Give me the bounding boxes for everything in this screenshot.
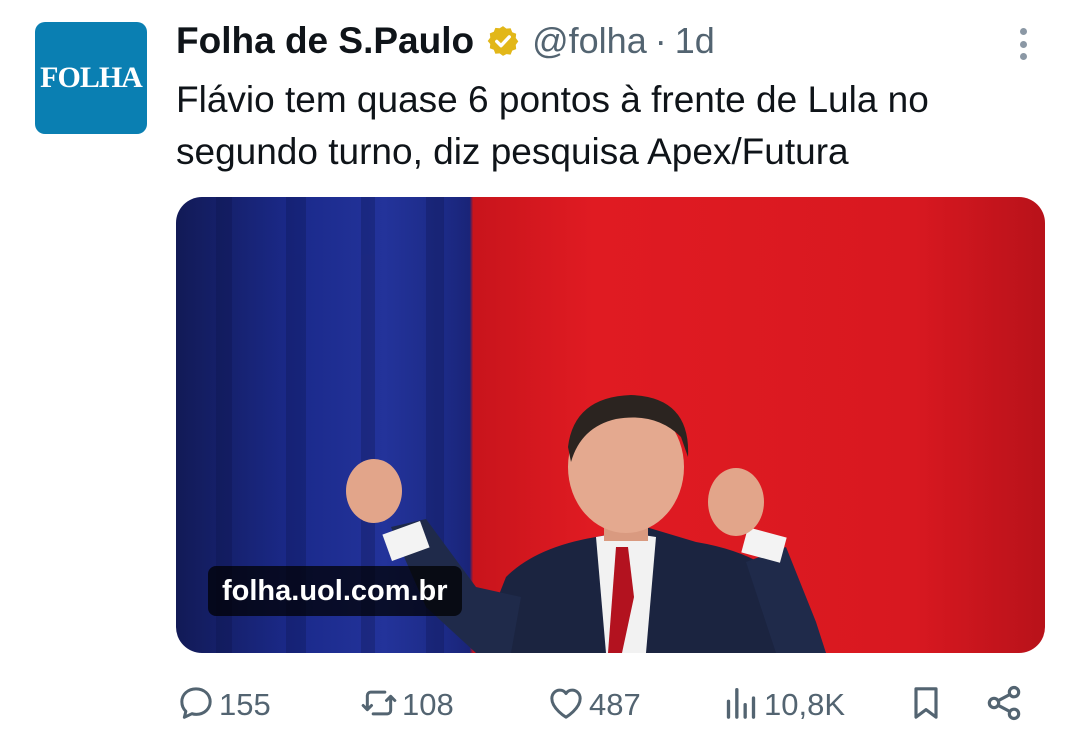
bookmark-button[interactable]	[906, 680, 946, 730]
views-count: 10,8K	[764, 687, 846, 722]
more-options-icon[interactable]	[1010, 24, 1036, 64]
link-card-image[interactable]: folha.uol.com.br	[176, 197, 1045, 653]
share-icon	[984, 683, 1024, 728]
avatar[interactable]: FOLHA	[35, 22, 147, 134]
author-handle[interactable]: @folha	[532, 20, 647, 62]
link-domain-badge: folha.uol.com.br	[208, 566, 462, 616]
folha-logo: FOLHA	[40, 61, 143, 94]
share-button[interactable]	[984, 680, 1024, 730]
repost-count: 108	[402, 687, 454, 722]
views-icon	[721, 683, 761, 728]
like-button[interactable]: 487	[546, 680, 641, 730]
reply-count: 155	[219, 687, 271, 722]
author-name[interactable]: Folha de S.Paulo	[176, 20, 474, 62]
tweet-header: Folha de S.Paulo @folha · 1d	[176, 18, 715, 64]
views-button[interactable]: 10,8K	[721, 680, 845, 730]
tweet-text: Flávio tem quase 6 pontos à frente de Lu…	[176, 79, 929, 172]
reply-button[interactable]: 155	[176, 680, 271, 730]
separator-dot: ·	[654, 20, 667, 61]
heart-icon	[546, 683, 586, 728]
reply-icon	[176, 683, 216, 728]
bookmark-icon	[906, 683, 946, 728]
like-count: 487	[589, 687, 641, 722]
tweet-actions: 155 108 487 10,8K	[176, 680, 1036, 730]
timestamp[interactable]: 1d	[675, 20, 715, 62]
verified-badge-icon[interactable]	[486, 24, 520, 58]
repost-icon	[359, 683, 399, 728]
repost-button[interactable]: 108	[359, 680, 454, 730]
